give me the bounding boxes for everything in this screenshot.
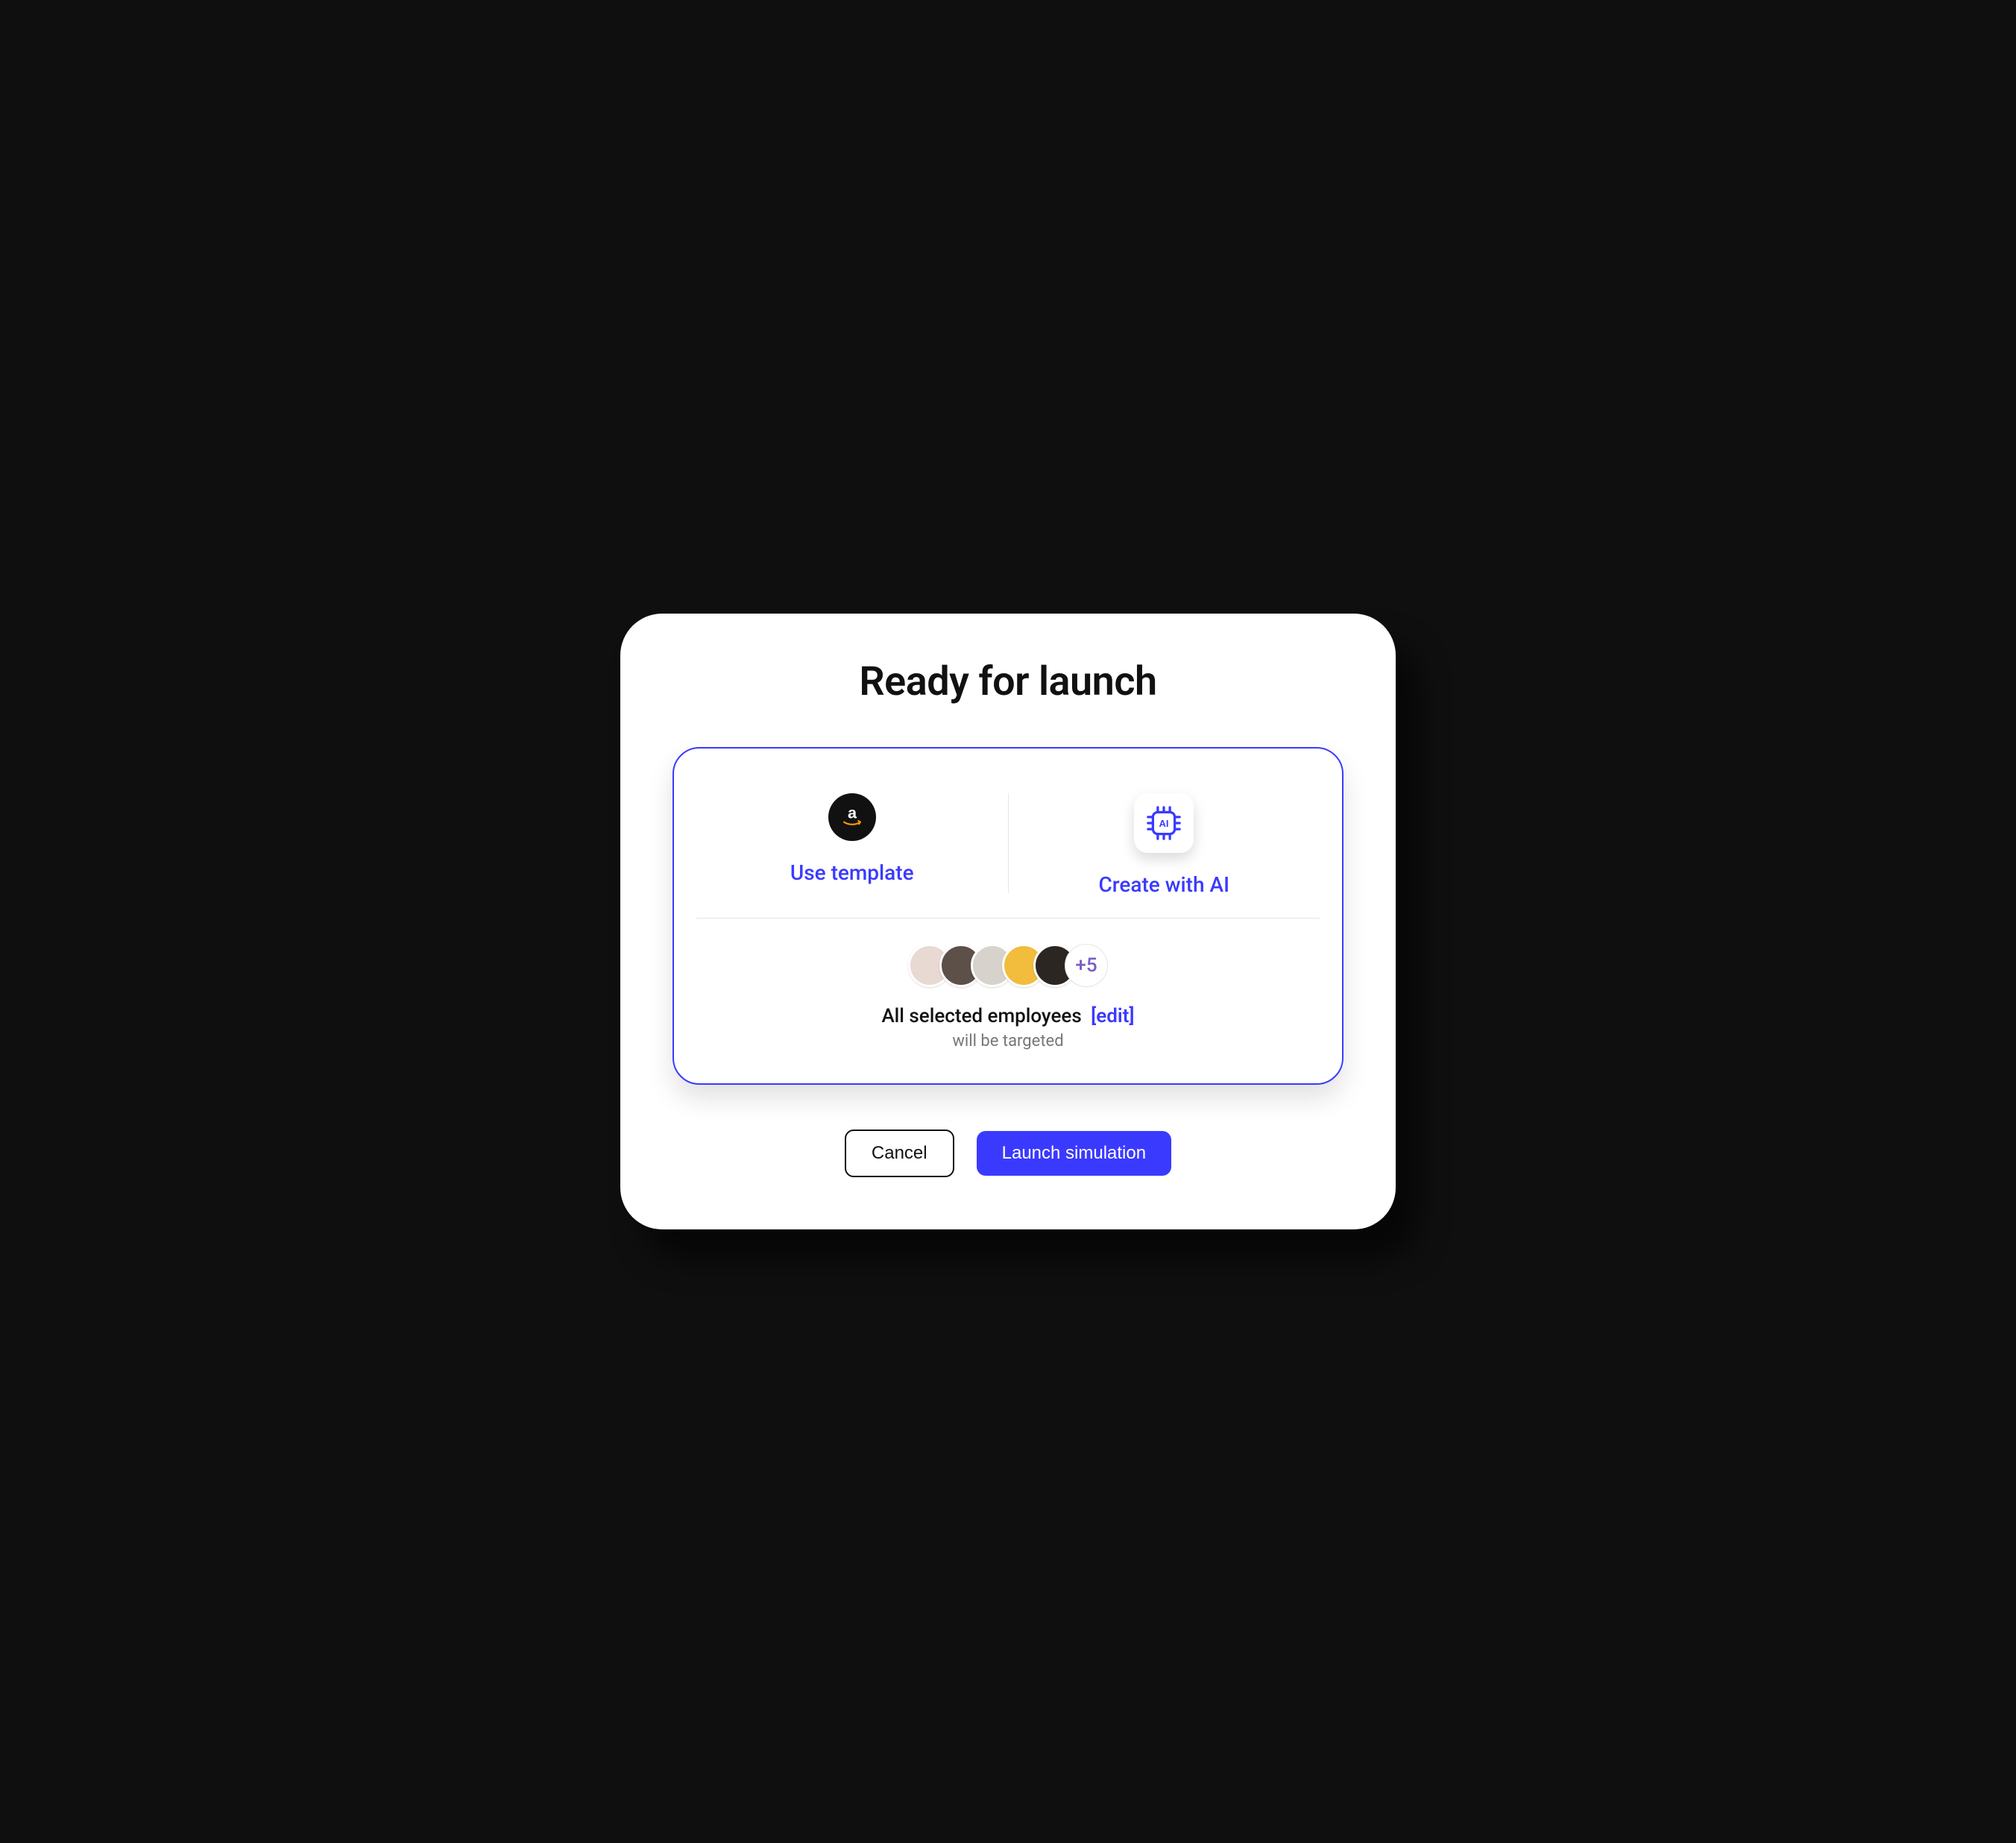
ai-chip-icon: AI	[1134, 793, 1194, 853]
horizontal-divider	[696, 918, 1320, 919]
svg-text:a: a	[848, 804, 857, 822]
launch-modal: Ready for launch a Use template	[620, 614, 1396, 1229]
avatar-overflow[interactable]: +5	[1065, 944, 1108, 987]
employees-line: All selected employees [edit]	[881, 1005, 1134, 1027]
employees-text: All selected employees	[881, 1005, 1081, 1027]
use-template-label: Use template	[790, 860, 914, 885]
amazon-icon: a	[828, 793, 876, 841]
employees-section: +5 All selected employees [edit] will be…	[696, 944, 1320, 1050]
modal-actions: Cancel Launch simulation	[845, 1130, 1171, 1177]
create-with-ai-option[interactable]: AI Create with AI	[1009, 793, 1320, 897]
create-with-ai-label: Create with AI	[1098, 872, 1229, 897]
svg-text:AI: AI	[1159, 818, 1169, 829]
launch-simulation-button[interactable]: Launch simulation	[977, 1131, 1171, 1176]
cancel-button[interactable]: Cancel	[845, 1130, 954, 1177]
options-row: a Use template	[696, 793, 1320, 897]
use-template-option[interactable]: a Use template	[696, 793, 1008, 897]
summary-card: a Use template	[672, 747, 1344, 1085]
edit-employees-link[interactable]: [edit]	[1091, 1005, 1134, 1027]
modal-title: Ready for launch	[859, 658, 1156, 705]
avatar-stack: +5	[908, 944, 1108, 987]
employees-subline: will be targeted	[952, 1032, 1063, 1050]
